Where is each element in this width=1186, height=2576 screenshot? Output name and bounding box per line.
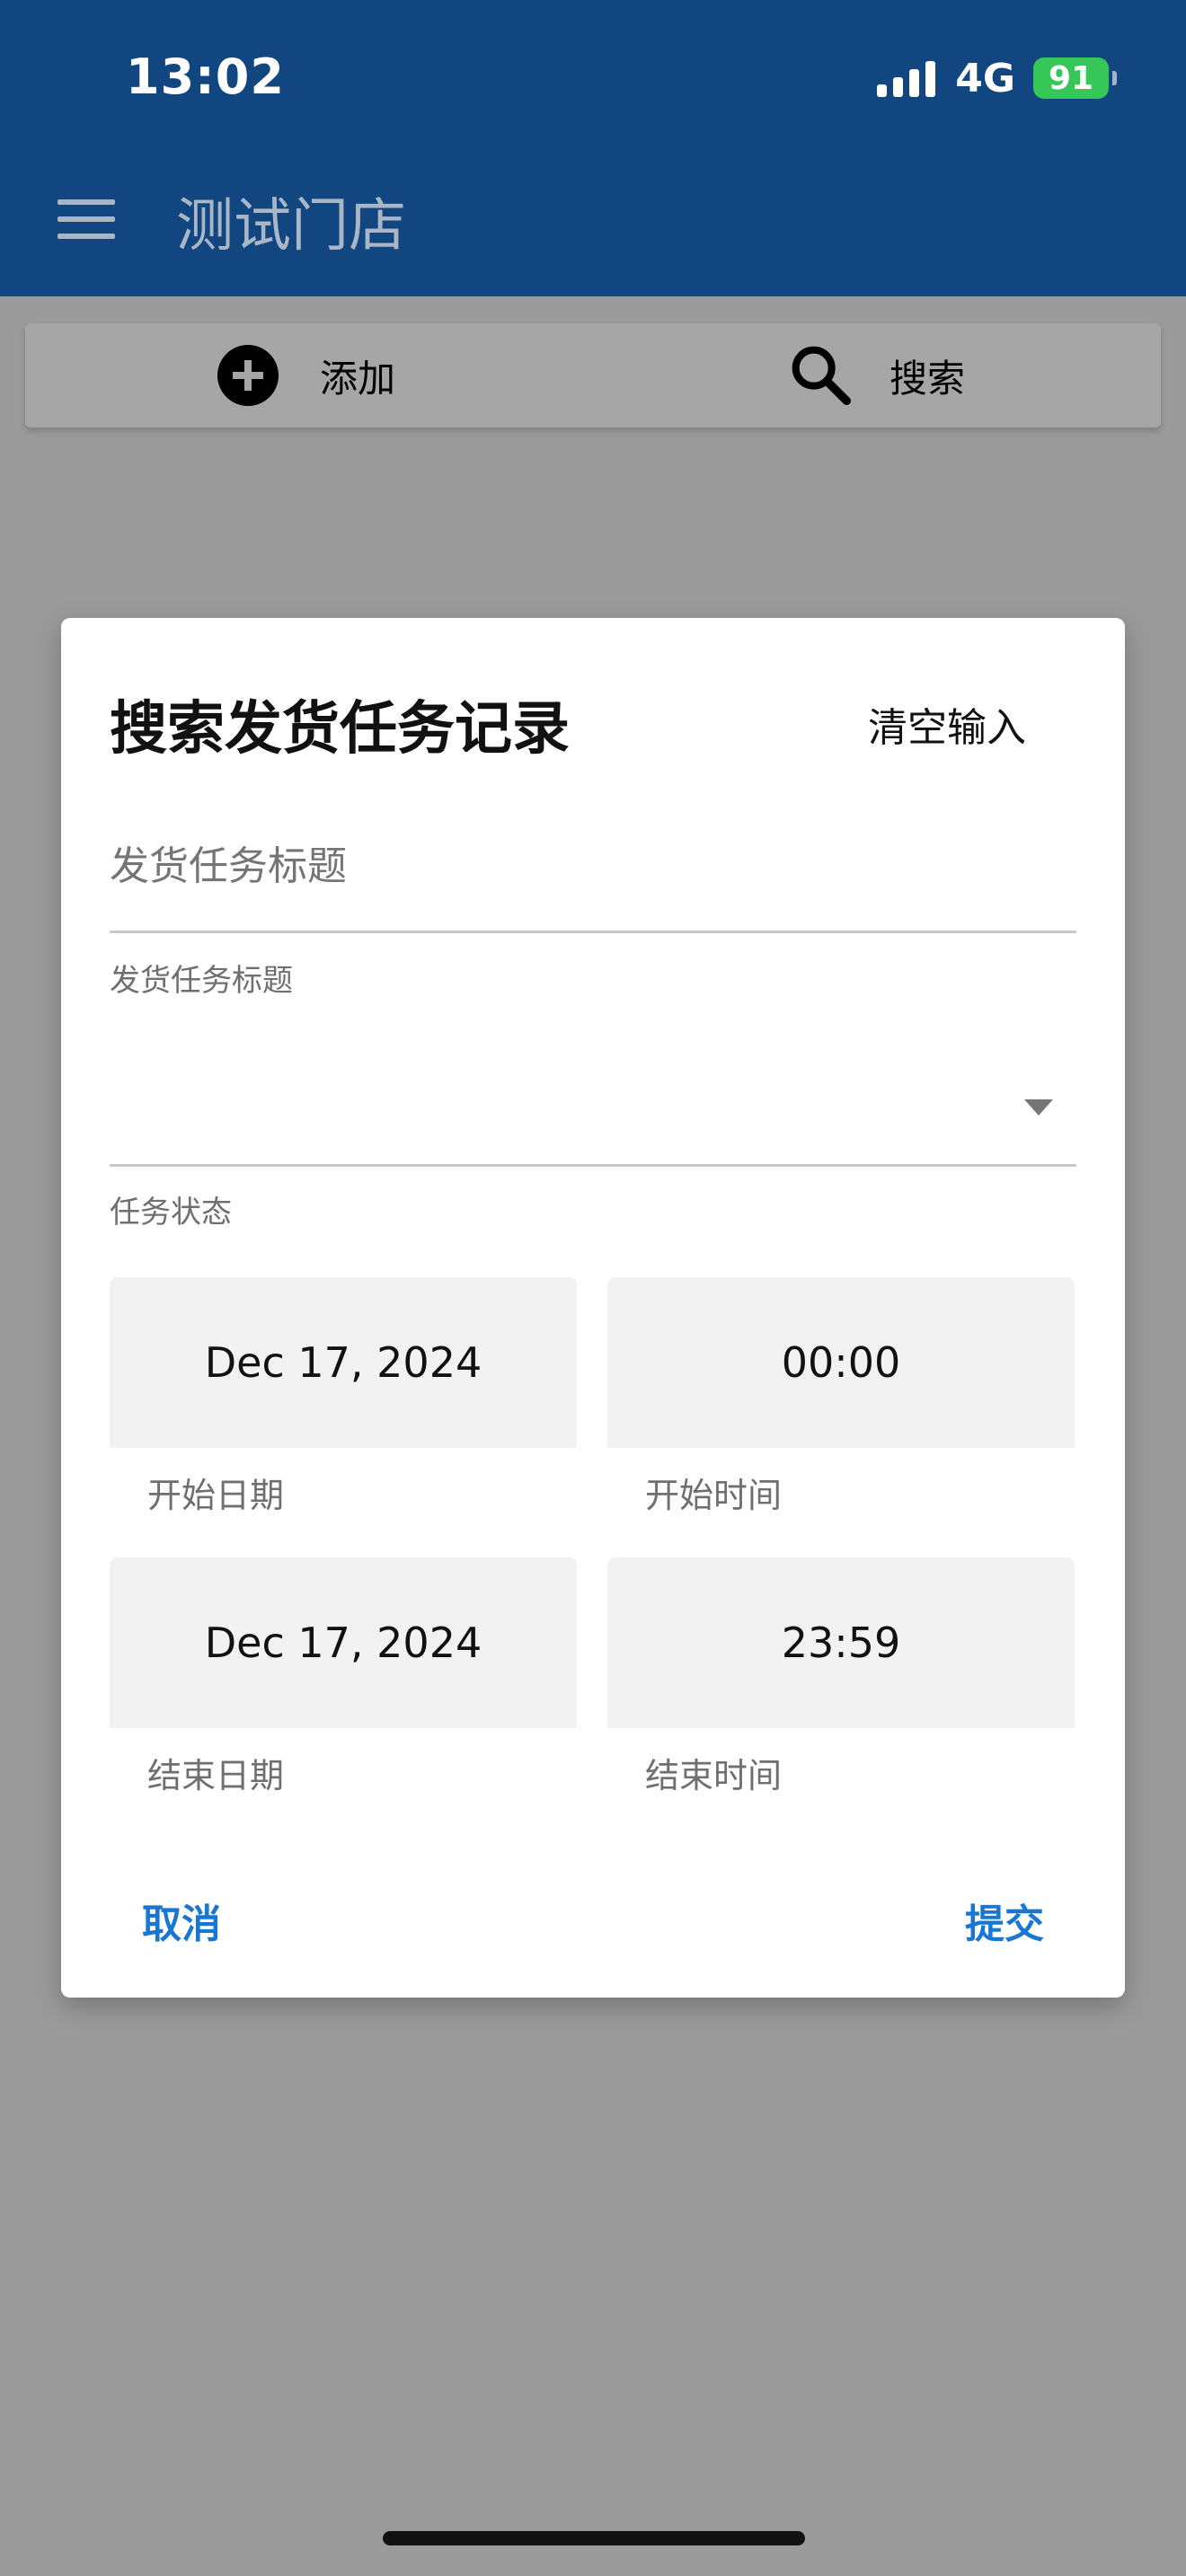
start-date-picker[interactable]: Dec 17, 2024 xyxy=(110,1277,577,1448)
search-icon xyxy=(792,346,851,406)
add-button-label: 添加 xyxy=(320,356,396,401)
start-time-value: 00:00 xyxy=(781,1338,901,1387)
add-circle-icon xyxy=(217,345,279,406)
start-time-picker[interactable]: 00:00 xyxy=(607,1277,1075,1448)
end-time-value: 23:59 xyxy=(781,1619,901,1667)
end-time-picker[interactable]: 23:59 xyxy=(607,1557,1075,1728)
app-bar: 13:02 4G 91 测试门店 xyxy=(0,0,1186,296)
start-date-label: 开始日期 xyxy=(147,1476,285,1515)
dialog-title: 搜索发货任务记录 xyxy=(110,696,570,763)
task-title-input[interactable]: 发货任务标题 xyxy=(110,834,347,891)
battery-level: 91 xyxy=(1048,59,1094,97)
add-button[interactable]: 添加 xyxy=(217,323,395,428)
task-title-helper: 发货任务标题 xyxy=(110,963,293,999)
signal-icon xyxy=(877,59,936,97)
task-status-helper: 任务状态 xyxy=(110,1195,232,1231)
start-date-value: Dec 17, 2024 xyxy=(204,1338,482,1387)
submit-button[interactable]: 提交 xyxy=(965,1892,1044,1949)
clear-input-button[interactable]: 清空输入 xyxy=(868,695,1026,753)
search-button-label: 搜索 xyxy=(890,356,966,401)
home-indicator[interactable] xyxy=(383,2531,805,2545)
task-status-underline xyxy=(110,1164,1076,1167)
status-indicators: 4G 91 xyxy=(877,55,1117,101)
end-date-value: Dec 17, 2024 xyxy=(204,1619,482,1667)
dropdown-arrow-icon[interactable] xyxy=(1024,1099,1053,1116)
network-type: 4G xyxy=(955,55,1015,101)
start-time-label: 开始时间 xyxy=(645,1476,783,1515)
search-button[interactable]: 搜索 xyxy=(785,323,965,428)
menu-icon[interactable] xyxy=(58,199,115,239)
search-dialog: 搜索发货任务记录 清空输入 发货任务标题 发货任务标题 任务状态 Dec 17,… xyxy=(61,618,1125,1998)
cancel-button[interactable]: 取消 xyxy=(142,1892,221,1949)
action-toolbar: 添加 搜索 xyxy=(25,323,1161,428)
status-time: 13:02 xyxy=(126,49,285,105)
end-time-label: 结束时间 xyxy=(645,1756,783,1795)
end-date-label: 结束日期 xyxy=(147,1756,285,1795)
task-title-underline xyxy=(110,931,1076,933)
end-date-picker[interactable]: Dec 17, 2024 xyxy=(110,1557,577,1728)
battery-icon: 91 xyxy=(1033,57,1117,99)
page-title: 测试门店 xyxy=(176,193,406,260)
